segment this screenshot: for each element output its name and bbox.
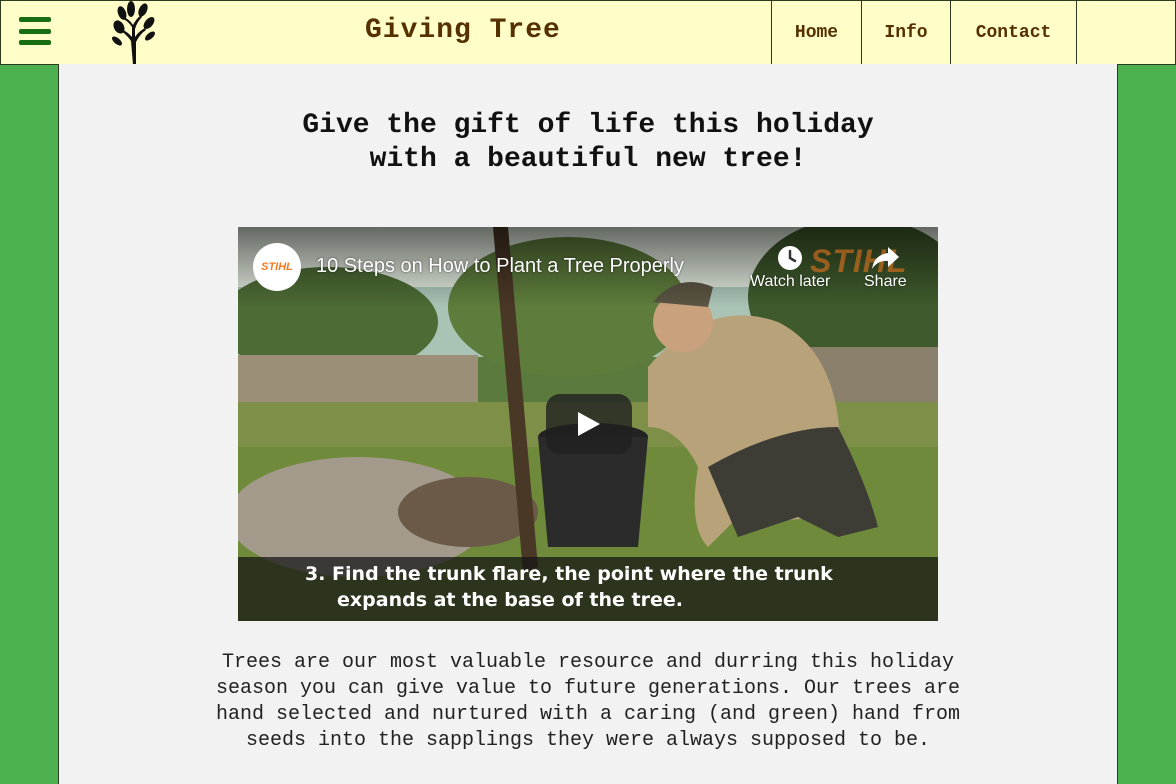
body-line-3: hand selected and nurtured with a caring… — [215, 703, 961, 726]
share-arrow-icon — [870, 243, 900, 273]
watch-later-label: Watch later — [750, 273, 831, 290]
nav-info-link[interactable]: Info — [861, 1, 950, 64]
body-line-2: season you can give value to future gene… — [215, 677, 961, 700]
headline-line-1: Give the gift of life this holiday — [302, 110, 874, 141]
video-player[interactable]: STIHL 10 Steps on How to Plant a Tree Pr… — [238, 227, 938, 621]
intro-paragraph: Trees are our most valuable resource and… — [159, 650, 1017, 754]
headline-line-2: with a beautiful new tree! — [369, 144, 807, 175]
watch-later-button[interactable]: Watch later — [750, 243, 830, 291]
main-nav: Home Info Contact — [771, 1, 1077, 64]
main-content: Give the gift of life this holiday with … — [58, 64, 1118, 784]
nav-contact-link[interactable]: Contact — [950, 1, 1077, 64]
play-icon — [578, 412, 600, 436]
channel-avatar[interactable]: STIHL — [253, 243, 301, 291]
caption-line-1: 3. Find the trunk flare, the point where… — [305, 563, 833, 585]
share-label: Share — [864, 273, 907, 290]
share-button[interactable]: Share — [864, 243, 907, 291]
clock-icon — [776, 243, 804, 273]
caption-line-2: expands at the base of the tree. — [337, 589, 683, 611]
site-title: Giving Tree — [365, 15, 561, 46]
nav-home-link[interactable]: Home — [771, 1, 861, 64]
body-line-1: Trees are our most valuable resource and… — [221, 651, 955, 674]
tree-logo-icon[interactable] — [109, 1, 157, 65]
video-title[interactable]: 10 Steps on How to Plant a Tree Properly — [316, 255, 684, 278]
body-line-4: seeds into the sapplings they were alway… — [245, 729, 931, 752]
hamburger-menu-icon[interactable] — [19, 17, 51, 45]
play-button[interactable] — [546, 394, 632, 454]
site-header: Giving Tree Home Info Contact — [0, 0, 1176, 65]
page-headline: Give the gift of life this holiday with … — [59, 109, 1117, 177]
